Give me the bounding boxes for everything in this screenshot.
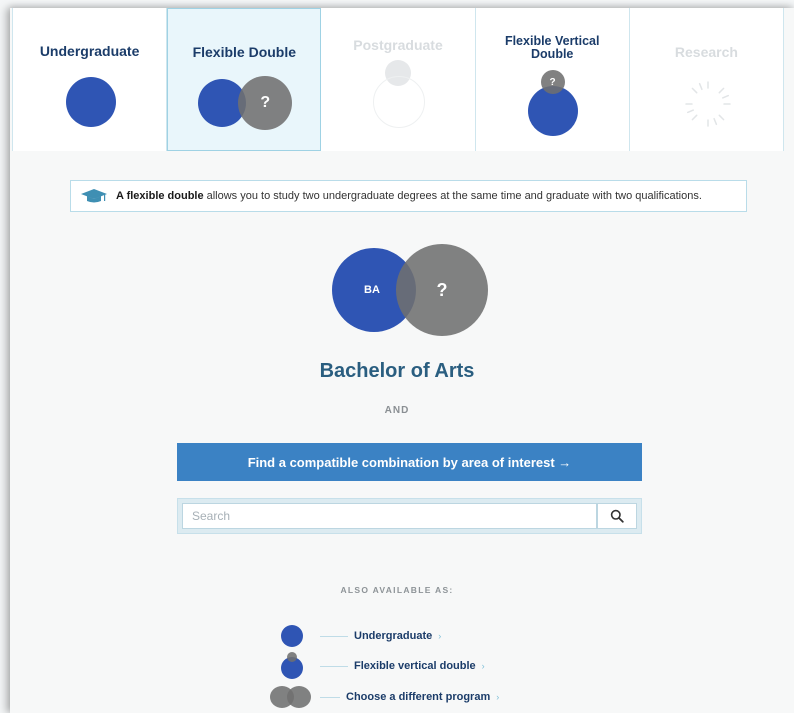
- question-circle-icon: ?: [238, 76, 293, 130]
- info-text: allows you to study two undergraduate de…: [206, 190, 702, 202]
- tab-label: Flexible Vertical Double: [476, 35, 629, 61]
- connector-line: [320, 635, 348, 637]
- question-circle-icon: ?: [540, 70, 565, 94]
- loading-ring-icon: [373, 76, 426, 128]
- connector-line: [320, 696, 340, 698]
- degree-venn: BA ?: [332, 244, 492, 338]
- graduation-cap-icon: [81, 189, 107, 203]
- flexible-vertical-double-icon: [270, 652, 314, 679]
- tab-label: Undergraduate: [39, 43, 140, 59]
- alt-label: Choose a different program: [346, 691, 491, 703]
- search-input[interactable]: [182, 503, 597, 529]
- info-bold-text: A flexible double: [116, 190, 204, 202]
- tab-research[interactable]: Research: [629, 8, 785, 151]
- unknown-degree-circle: ?: [396, 244, 488, 336]
- tab-label-text: Flexible Vertical Double: [504, 34, 600, 61]
- search-button[interactable]: [597, 503, 637, 529]
- connector-line: [320, 665, 348, 667]
- tab-label: Research: [674, 44, 738, 60]
- degree-title: Bachelor of Arts: [319, 360, 475, 382]
- tab-label: Postgraduate: [353, 37, 443, 53]
- blue-circle-icon: [66, 77, 116, 127]
- tab-flexible-double[interactable]: Flexible Double ?: [167, 8, 322, 151]
- find-combination-button[interactable]: Find a compatible combination by area of…: [177, 443, 642, 481]
- tab-flexible-vertical-double[interactable]: Flexible Vertical Double ?: [475, 8, 630, 151]
- tab-undergraduate[interactable]: Undergraduate: [13, 8, 168, 151]
- chevron-right-icon: ›: [438, 631, 442, 641]
- tab-label: Flexible Double: [192, 44, 297, 60]
- loading-spinner-icon: [685, 81, 731, 127]
- chevron-right-icon: ›: [481, 661, 485, 671]
- double-grey-circles-icon: [270, 685, 314, 709]
- alt-flexible-vertical-double-link[interactable]: Flexible vertical double ›: [270, 652, 485, 679]
- search-icon: [610, 509, 624, 523]
- search-bar: [177, 498, 642, 534]
- tab-postgraduate[interactable]: Postgraduate: [321, 8, 476, 151]
- alt-label: Flexible vertical double: [354, 660, 476, 672]
- also-available-heading: ALSO AVAILABLE AS:: [340, 585, 454, 595]
- alt-undergraduate-link[interactable]: Undergraduate ›: [270, 624, 441, 648]
- undergraduate-icon: [270, 624, 314, 648]
- chevron-right-icon: ›: [496, 692, 500, 702]
- degree-type-tabs: Undergraduate Flexible Double ? Postgrad…: [12, 8, 785, 151]
- and-label: AND: [384, 405, 410, 416]
- alt-label: Undergraduate: [354, 630, 433, 642]
- info-banner: A flexible double allows you to study tw…: [70, 180, 747, 212]
- alt-choose-program-link[interactable]: Choose a different program ›: [270, 685, 499, 709]
